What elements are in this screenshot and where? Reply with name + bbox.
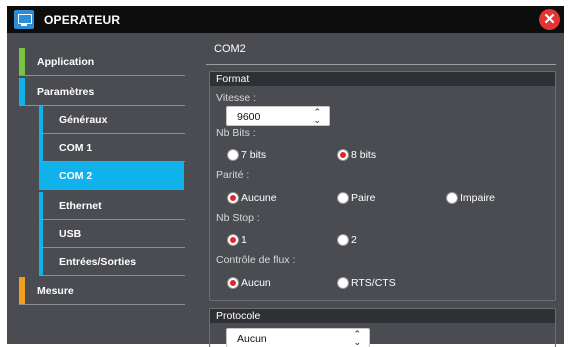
sidebar-color-bar	[39, 134, 43, 162]
sidebar-item-label: Application	[37, 56, 95, 68]
parite-label: Parité :	[216, 169, 250, 181]
radio-label: 2	[351, 234, 357, 246]
protocole-value: Aucun	[237, 333, 267, 345]
up-down-chevron-icon: ⌃ ⌄	[313, 107, 321, 125]
sidebar-item-ethernet[interactable]: Ethernet	[39, 192, 185, 220]
radio-button-icon	[227, 192, 239, 204]
radio-stop-1[interactable]: 1	[227, 233, 247, 247]
window-title: OPERATEUR	[44, 13, 121, 27]
vitesse-select[interactable]: 9600 ⌃ ⌄	[226, 106, 330, 126]
sidebar-item-label: COM 2	[59, 170, 93, 182]
sidebar-item-usb[interactable]: USB	[39, 220, 185, 248]
radio-label: Paire	[351, 192, 376, 204]
settings-window: OPERATEUR ✕ Application Paramètres Génér…	[0, 0, 568, 347]
vitesse-label: Vitesse :	[216, 92, 257, 104]
radio-flux-aucun[interactable]: Aucun	[227, 276, 271, 290]
sidebar-item-mesure[interactable]: Mesure	[19, 277, 185, 305]
sidebar-item-label: Ethernet	[59, 200, 102, 212]
sidebar-item-label: USB	[59, 228, 82, 240]
format-group: Format Vitesse : 9600 ⌃ ⌄ Nb Bits : 7 bit…	[209, 71, 556, 301]
sidebar-color-bar	[19, 277, 25, 305]
protocole-select[interactable]: Aucun ⌃ ⌄	[226, 328, 370, 347]
protocole-group: Protocole Aucun ⌃ ⌄	[209, 308, 556, 347]
sidebar-color-bar	[39, 248, 43, 276]
radio-label: 7 bits	[241, 149, 267, 161]
sidebar-color-bar	[39, 220, 43, 248]
radio-button-icon	[337, 149, 349, 161]
sidebar-item-label: Entrées/Sorties	[59, 256, 137, 268]
sidebar-item-com2[interactable]: COM 2	[39, 162, 184, 190]
sidebar-item-com1[interactable]: COM 1	[39, 134, 185, 162]
sidebar-item-label: Mesure	[37, 285, 74, 297]
radio-stop-2[interactable]: 2	[337, 233, 357, 247]
divider	[206, 64, 556, 65]
monitor-icon	[14, 10, 34, 29]
radio-button-icon	[227, 149, 239, 161]
sidebar-color-bar	[39, 106, 43, 134]
radio-8-bits[interactable]: 8 bits	[337, 148, 376, 162]
radio-label: 8 bits	[351, 149, 377, 161]
radio-7-bits[interactable]: 7 bits	[227, 148, 266, 162]
radio-paire[interactable]: Paire	[337, 191, 376, 205]
vitesse-value: 9600	[237, 111, 261, 123]
radio-label: 1	[241, 234, 247, 246]
radio-label: Impaire	[460, 192, 496, 204]
sidebar: Application Paramètres Généraux COM 1 CO…	[7, 33, 192, 344]
radio-button-icon	[446, 192, 458, 204]
sidebar-item-label: Paramètres	[37, 86, 95, 98]
radio-button-icon	[337, 234, 349, 246]
nb-bits-label: Nb Bits :	[216, 127, 256, 139]
radio-label: Aucune	[241, 192, 277, 204]
format-header: Format	[210, 72, 555, 86]
radio-button-icon	[227, 277, 239, 289]
controle-flux-label: Contrôle de flux :	[216, 254, 296, 266]
up-down-chevron-icon: ⌃ ⌄	[353, 329, 361, 347]
sidebar-color-bar	[19, 48, 25, 76]
title-bar: OPERATEUR ✕	[7, 6, 564, 33]
sidebar-item-application[interactable]: Application	[19, 48, 185, 76]
page-title: COM2	[214, 43, 246, 55]
sidebar-item-parametres[interactable]: Paramètres	[19, 78, 185, 106]
radio-impaire[interactable]: Impaire	[446, 191, 495, 205]
radio-button-icon	[337, 192, 349, 204]
radio-button-icon	[337, 277, 349, 289]
nb-stop-label: Nb Stop :	[216, 212, 260, 224]
radio-label: RTS/CTS	[351, 277, 396, 289]
radio-button-icon	[227, 234, 239, 246]
sidebar-item-label: Généraux	[59, 114, 108, 126]
sidebar-color-bar	[39, 192, 43, 220]
protocole-header: Protocole	[210, 309, 555, 323]
radio-rts-cts[interactable]: RTS/CTS	[337, 276, 396, 290]
sidebar-item-generaux[interactable]: Généraux	[39, 106, 185, 134]
close-button[interactable]: ✕	[539, 9, 560, 30]
settings-panel: COM2 Format Vitesse : 9600 ⌃ ⌄ Nb Bits : …	[192, 33, 564, 347]
radio-label: Aucun	[241, 277, 271, 289]
radio-aucune[interactable]: Aucune	[227, 191, 277, 205]
sidebar-color-bar	[19, 78, 25, 106]
sidebar-item-entrees-sorties[interactable]: Entrées/Sorties	[39, 248, 185, 276]
sidebar-item-label: COM 1	[59, 142, 93, 154]
